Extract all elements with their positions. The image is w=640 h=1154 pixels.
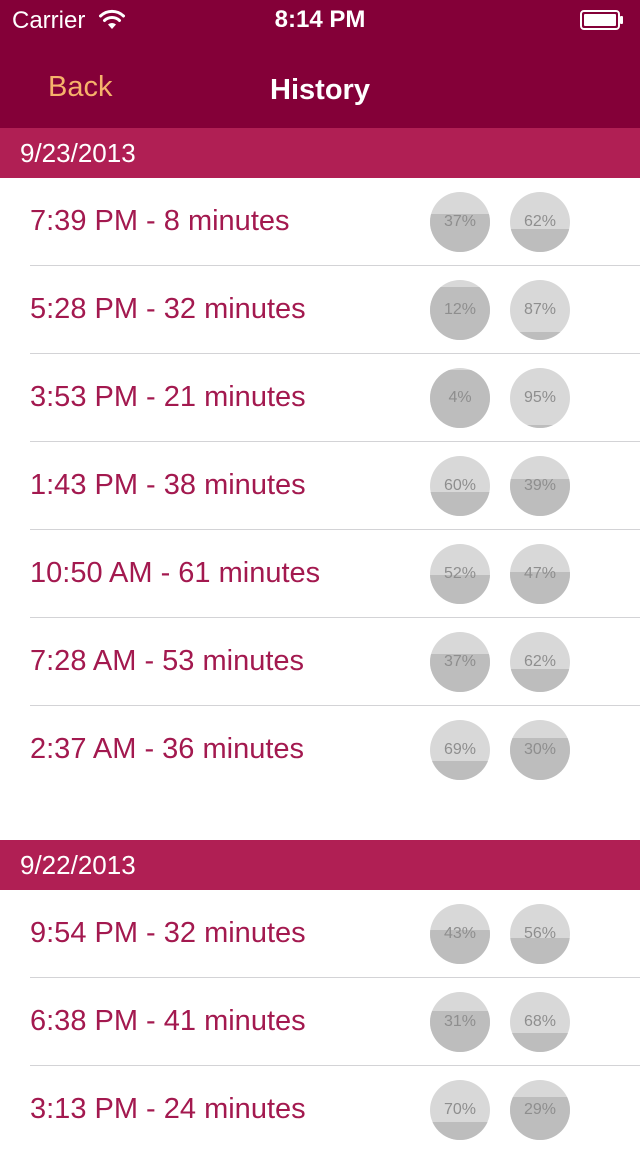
percentage-fill xyxy=(430,1122,490,1140)
session-label: 3:13 PM - 24 minutes xyxy=(30,1093,306,1125)
history-row[interactable]: 6:38 PM - 41 minutes 31% 68% xyxy=(0,978,640,1066)
session-label: 6:38 PM - 41 minutes xyxy=(30,1005,306,1037)
percentage-label: 95% xyxy=(523,389,557,406)
percentage-circle-2: 95% xyxy=(510,368,570,428)
session-label: 5:28 PM - 32 minutes xyxy=(30,293,306,325)
percentage-label: 37% xyxy=(443,653,477,670)
percentage-circle-1: 70% xyxy=(430,1080,490,1140)
history-row[interactable]: 5:28 PM - 32 minutes 12% 87% xyxy=(0,266,640,354)
section-date: 9/23/2013 xyxy=(20,138,136,168)
percentage-circle-1: 43% xyxy=(430,904,490,964)
percentage-label: 31% xyxy=(443,1013,477,1030)
percentage-label: 62% xyxy=(523,653,557,670)
percentage-circle-1: 31% xyxy=(430,992,490,1052)
percentage-circle-2: 62% xyxy=(510,192,570,252)
percentage-label: 12% xyxy=(443,301,477,318)
percentage-fill xyxy=(510,332,570,340)
navigation-bar: Carrier 8:14 PM Back History xyxy=(0,0,640,128)
percentage-circle-2: 39% xyxy=(510,456,570,516)
session-label: 7:28 AM - 53 minutes xyxy=(30,645,305,677)
status-bar: Carrier 8:14 PM xyxy=(0,0,640,40)
session-label: 1:43 PM - 38 minutes xyxy=(30,469,306,501)
percentage-label: 30% xyxy=(523,741,557,758)
session-label: 7:39 PM - 8 minutes xyxy=(30,205,290,237)
session-label: 3:53 PM - 21 minutes xyxy=(30,381,306,413)
percentage-circle-2: 30% xyxy=(510,720,570,780)
percentage-label: 52% xyxy=(443,565,477,582)
history-row[interactable]: 9:54 PM - 32 minutes 43% 56% xyxy=(0,890,640,978)
percentage-label: 29% xyxy=(523,1101,557,1118)
percentage-label: 60% xyxy=(443,477,477,494)
section-date: 9/22/2013 xyxy=(20,850,136,880)
percentage-label: 70% xyxy=(443,1101,477,1118)
history-row[interactable]: 7:28 AM - 53 minutes 37% 62% xyxy=(0,618,640,706)
percentage-label: 4% xyxy=(448,389,472,406)
history-row[interactable]: 1:43 PM - 38 minutes 60% 39% xyxy=(0,442,640,530)
percentage-circle-1: 52% xyxy=(430,544,490,604)
history-section: 9/23/2013 7:39 PM - 8 minutes 37% 62% 5:28 … xyxy=(0,128,640,794)
percentage-label: 68% xyxy=(523,1013,557,1030)
percentage-circle-2: 29% xyxy=(510,1080,570,1140)
history-row[interactable]: 3:13 PM - 24 minutes 70% 29% xyxy=(0,1066,640,1154)
history-row[interactable]: 10:50 AM - 61 minutes 52% 47% xyxy=(0,530,640,618)
percentage-label: 39% xyxy=(523,477,557,494)
battery-icon xyxy=(580,10,624,30)
history-row[interactable]: 3:53 PM - 21 minutes 4% 95% xyxy=(0,354,640,442)
session-label: 10:50 AM - 61 minutes xyxy=(30,557,321,589)
percentage-circle-2: 47% xyxy=(510,544,570,604)
percentage-circle-1: 37% xyxy=(430,632,490,692)
percentage-label: 87% xyxy=(523,301,557,318)
history-row[interactable]: 7:39 PM - 8 minutes 37% 62% xyxy=(0,178,640,266)
section-header: 9/23/2013 xyxy=(0,128,640,178)
percentage-circle-1: 60% xyxy=(430,456,490,516)
status-time: 8:14 PM xyxy=(274,6,366,33)
percentage-fill xyxy=(510,1032,570,1052)
percentage-label: 69% xyxy=(443,741,477,758)
percentage-label: 37% xyxy=(443,213,477,230)
percentage-circle-2: 62% xyxy=(510,632,570,692)
page-title: History xyxy=(270,74,370,106)
percentage-fill xyxy=(510,425,570,428)
percentage-fill xyxy=(430,761,490,780)
session-label: 9:54 PM - 32 minutes xyxy=(30,917,306,949)
percentage-label: 47% xyxy=(523,565,557,582)
session-label: 2:37 AM - 36 minutes xyxy=(30,733,305,765)
percentage-label: 43% xyxy=(443,925,477,942)
percentage-circle-1: 12% xyxy=(430,280,490,340)
history-row[interactable]: 2:37 AM - 36 minutes 69% 30% xyxy=(0,706,640,794)
percentage-circle-1: 4% xyxy=(430,368,490,428)
percentage-circle-2: 87% xyxy=(510,280,570,340)
percentage-circle-1: 37% xyxy=(430,192,490,252)
percentage-label: 62% xyxy=(523,213,557,230)
percentage-circle-2: 68% xyxy=(510,992,570,1052)
percentage-circle-1: 69% xyxy=(430,720,490,780)
section-header: 9/22/2013 xyxy=(0,840,640,890)
percentage-circle-2: 56% xyxy=(510,904,570,964)
percentage-label: 56% xyxy=(523,925,557,942)
history-list[interactable]: 9/23/2013 7:39 PM - 8 minutes 37% 62% 5:28 … xyxy=(0,128,640,1154)
history-section: 9/22/2013 9:54 PM - 32 minutes 43% 56% 6:38… xyxy=(0,840,640,1154)
